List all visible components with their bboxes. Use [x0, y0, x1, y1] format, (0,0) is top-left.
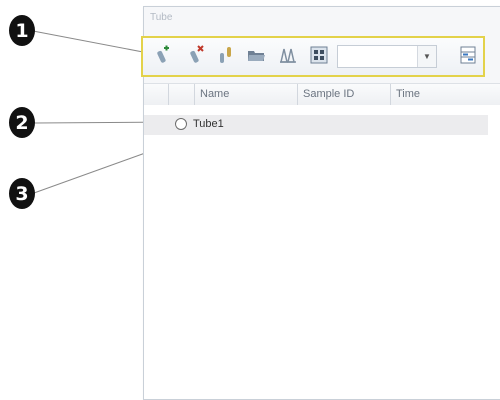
callout-3: 3 [9, 178, 35, 209]
table-row[interactable]: Tube1 [144, 115, 488, 135]
column-header-sample-id[interactable]: Sample ID [298, 84, 391, 105]
tube-panel: Tube ▼ Name Sample ID Time Tube1 [141, 6, 500, 400]
callout-2: 2 [9, 107, 35, 138]
add-tube-button[interactable] [152, 45, 176, 69]
duplicate-tube-button[interactable] [214, 45, 238, 69]
chevron-down-icon[interactable]: ▼ [417, 46, 436, 67]
plate-grid-icon [309, 45, 329, 70]
delete-tube-button[interactable] [184, 44, 208, 70]
duplicate-tube-icon [216, 45, 236, 70]
column-header-select[interactable] [144, 84, 169, 105]
tube-status-circle-icon [175, 118, 187, 130]
column-chooser-icon [458, 45, 478, 70]
tube-name-cell[interactable]: Tube1 [193, 118, 224, 130]
column-header-status[interactable] [169, 84, 195, 105]
callout-1: 1 [9, 15, 35, 46]
open-folder-icon [246, 45, 266, 70]
toolbar: ▼ [141, 36, 485, 77]
view-select[interactable]: ▼ [337, 45, 437, 68]
plate-grid-button[interactable] [307, 45, 331, 69]
column-chooser-button[interactable] [456, 45, 480, 69]
column-header-name[interactable]: Name [195, 84, 298, 105]
leader-line-toolbar [32, 30, 144, 53]
grid-body: Tube1 [144, 105, 500, 399]
panel-title: Tube [150, 12, 173, 23]
add-tube-icon [154, 45, 174, 70]
open-folder-button[interactable] [244, 45, 268, 69]
column-header-time[interactable]: Time [391, 84, 500, 105]
delete-tube-icon [186, 44, 206, 70]
tube-rack-button[interactable] [276, 45, 300, 69]
tube-rack-icon [278, 45, 298, 70]
grid-header: Name Sample ID Time [144, 83, 500, 106]
